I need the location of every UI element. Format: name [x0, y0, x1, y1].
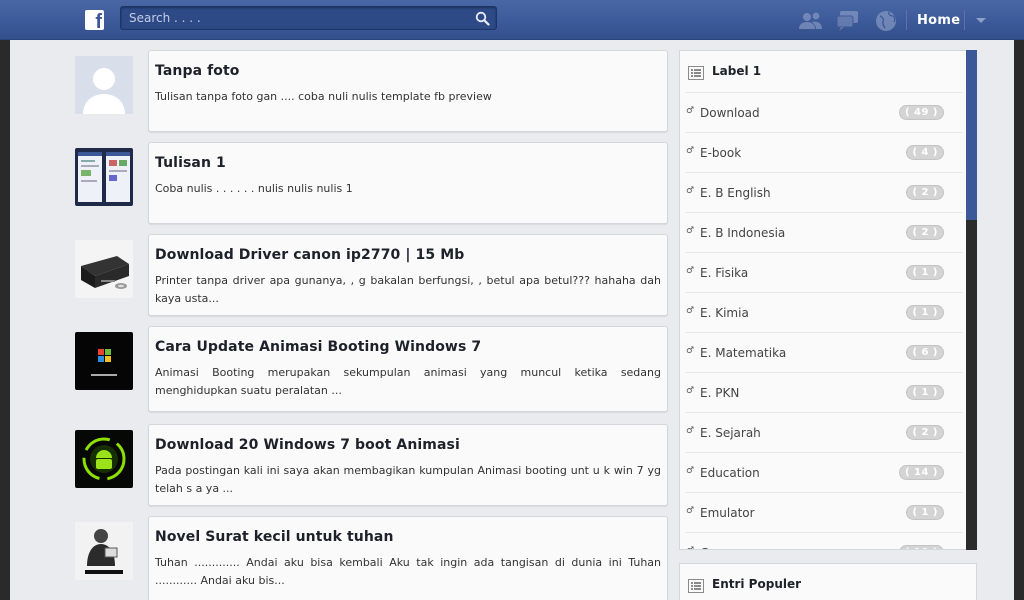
- label-count-badge: ( 10 ): [898, 545, 944, 549]
- page-content: Tanpa foto Tulisan tanpa foto gan .... c…: [10, 40, 1014, 600]
- label-item[interactable]: ♂ E. B Indonesia ( 2 ): [686, 212, 962, 252]
- avatar-placeholder-image[interactable]: [75, 56, 133, 114]
- post-card: Download Driver canon ip2770 | 15 Mb Pri…: [148, 234, 668, 316]
- notifications-globe-icon[interactable]: [874, 9, 900, 33]
- label-item-name[interactable]: E. B Indonesia: [700, 226, 785, 240]
- label-item[interactable]: ♂ Game ( 10 ): [686, 532, 962, 549]
- topbar-divider: [964, 10, 965, 30]
- label-item-name[interactable]: Education: [700, 466, 760, 480]
- bullet-icon: ♂: [686, 186, 695, 196]
- printer-photo-image[interactable]: [75, 240, 133, 298]
- post-title[interactable]: Novel Surat kecil untuk tuhan: [155, 529, 661, 545]
- label-item[interactable]: ♂ E-book ( 4 ): [686, 132, 962, 172]
- label-item[interactable]: ♂ Download ( 49 ): [686, 92, 962, 132]
- label-item-name[interactable]: Game: [700, 546, 736, 549]
- search-icon[interactable]: [475, 11, 490, 26]
- label-widget: Label 1 ♂ Download ( 49 ) ♂ E-book ( 4 ) ♂ E. B…: [679, 50, 977, 550]
- label-item[interactable]: ♂ E. B English ( 2 ): [686, 172, 962, 212]
- windows-boot-screen-image[interactable]: [75, 332, 133, 390]
- post-title[interactable]: Tanpa foto: [155, 63, 661, 79]
- post-title[interactable]: Tulisan 1: [155, 155, 661, 171]
- bullet-icon: ♂: [686, 426, 695, 436]
- bullet-icon: ♂: [686, 346, 695, 356]
- top-bar: f Home: [0, 0, 1024, 40]
- label-list: ♂ Download ( 49 ) ♂ E-book ( 4 ) ♂ E. B English…: [686, 92, 962, 549]
- label-item[interactable]: ♂ E. Matematika ( 6 ): [686, 332, 962, 372]
- post-card: Download 20 Windows 7 boot Animasi Pada …: [148, 424, 668, 506]
- android-glow-logo-image[interactable]: [75, 430, 133, 488]
- label-item-name[interactable]: Emulator: [700, 506, 755, 520]
- bullet-icon: ♂: [686, 106, 695, 116]
- topbar-divider: [906, 10, 907, 30]
- messages-icon[interactable]: [836, 9, 862, 33]
- search-input[interactable]: [129, 10, 469, 26]
- post-card: Novel Surat kecil untuk tuhan Tuhan ....…: [148, 516, 668, 600]
- label-item[interactable]: ♂ Education ( 14 ): [686, 452, 962, 492]
- search-box: [120, 6, 497, 30]
- post-title[interactable]: Download 20 Windows 7 boot Animasi: [155, 437, 661, 453]
- post-card: Cara Update Animasi Booting Windows 7 An…: [148, 326, 668, 412]
- bullet-icon: ♂: [686, 506, 695, 516]
- popular-posts-title: Entri Populer: [712, 577, 802, 591]
- bullet-icon: ♂: [686, 546, 694, 549]
- facebook-logo-icon[interactable]: f: [85, 10, 104, 33]
- bullet-icon: ♂: [686, 146, 695, 156]
- post-title[interactable]: Cara Update Animasi Booting Windows 7: [155, 339, 661, 355]
- label-count-badge: ( 6 ): [906, 345, 944, 360]
- label-item[interactable]: ♂ E. Kimia ( 1 ): [686, 292, 962, 332]
- book-cover-image[interactable]: [75, 522, 133, 580]
- label-item-name[interactable]: E. Matematika: [700, 346, 786, 360]
- label-item[interactable]: ♂ E. PKN ( 1 ): [686, 372, 962, 412]
- screenshot-thumbnail-image[interactable]: [75, 148, 133, 206]
- label-item-name[interactable]: E. Kimia: [700, 306, 749, 320]
- label-count-badge: ( 49 ): [898, 105, 944, 120]
- label-count-badge: ( 4 ): [906, 145, 944, 160]
- label-count-badge: ( 1 ): [906, 385, 944, 400]
- logo-letter: f: [95, 11, 102, 33]
- post-excerpt: Pada postingan kali ini saya akan membag…: [155, 464, 661, 495]
- label-count-badge: ( 14 ): [898, 465, 944, 480]
- sidebar-scrollbar-thumb[interactable]: [966, 50, 977, 220]
- popular-posts-widget: Entri Populer: [679, 563, 977, 600]
- label-widget-title: Label 1: [712, 64, 762, 78]
- label-item-name[interactable]: E. PKN: [700, 386, 739, 400]
- label-item-name[interactable]: E. Sejarah: [700, 426, 761, 440]
- bullet-icon: ♂: [686, 466, 695, 476]
- bullet-icon: ♂: [686, 226, 695, 236]
- label-count-badge: ( 2 ): [906, 185, 944, 200]
- label-count-badge: ( 2 ): [906, 225, 944, 240]
- label-item-name[interactable]: E. B English: [700, 186, 771, 200]
- label-count-badge: ( 1 ): [906, 505, 944, 520]
- bullet-icon: ♂: [686, 306, 695, 316]
- label-item-name[interactable]: E. Fisika: [700, 266, 748, 280]
- post-card: Tulisan 1 Coba nulis . . . . . . nulis n…: [148, 142, 668, 224]
- chevron-down-icon[interactable]: [976, 18, 986, 23]
- bullet-icon: ♂: [686, 386, 695, 396]
- sidebar-scrollbar[interactable]: [966, 50, 977, 550]
- label-item-name[interactable]: Download: [700, 106, 760, 120]
- home-link[interactable]: Home: [917, 13, 960, 28]
- post-excerpt: Tulisan tanpa foto gan .... coba nuli nu…: [155, 90, 492, 103]
- bullet-icon: ♂: [686, 266, 695, 276]
- post-title[interactable]: Download Driver canon ip2770 | 15 Mb: [155, 247, 661, 263]
- label-item-name[interactable]: E-book: [700, 146, 741, 160]
- list-icon: [688, 66, 704, 80]
- post-excerpt: Animasi Booting merupakan sekumpulan ani…: [155, 366, 661, 397]
- friend-requests-icon[interactable]: [798, 9, 824, 33]
- post-excerpt: Coba nulis . . . . . . nulis nulis nulis…: [155, 182, 353, 195]
- label-item[interactable]: ♂ Emulator ( 1 ): [686, 492, 962, 532]
- label-item[interactable]: ♂ E. Fisika ( 1 ): [686, 252, 962, 292]
- label-count-badge: ( 2 ): [906, 425, 944, 440]
- post-card: Tanpa foto Tulisan tanpa foto gan .... c…: [148, 50, 668, 132]
- label-item[interactable]: ♂ E. Sejarah ( 2 ): [686, 412, 962, 452]
- post-excerpt: Printer tanpa driver apa gunanya, , g ba…: [155, 274, 661, 305]
- post-excerpt: Tuhan ............. Andai aku bisa kemba…: [155, 556, 661, 587]
- label-count-badge: ( 1 ): [906, 305, 944, 320]
- list-icon: [688, 579, 704, 593]
- label-count-badge: ( 1 ): [906, 265, 944, 280]
